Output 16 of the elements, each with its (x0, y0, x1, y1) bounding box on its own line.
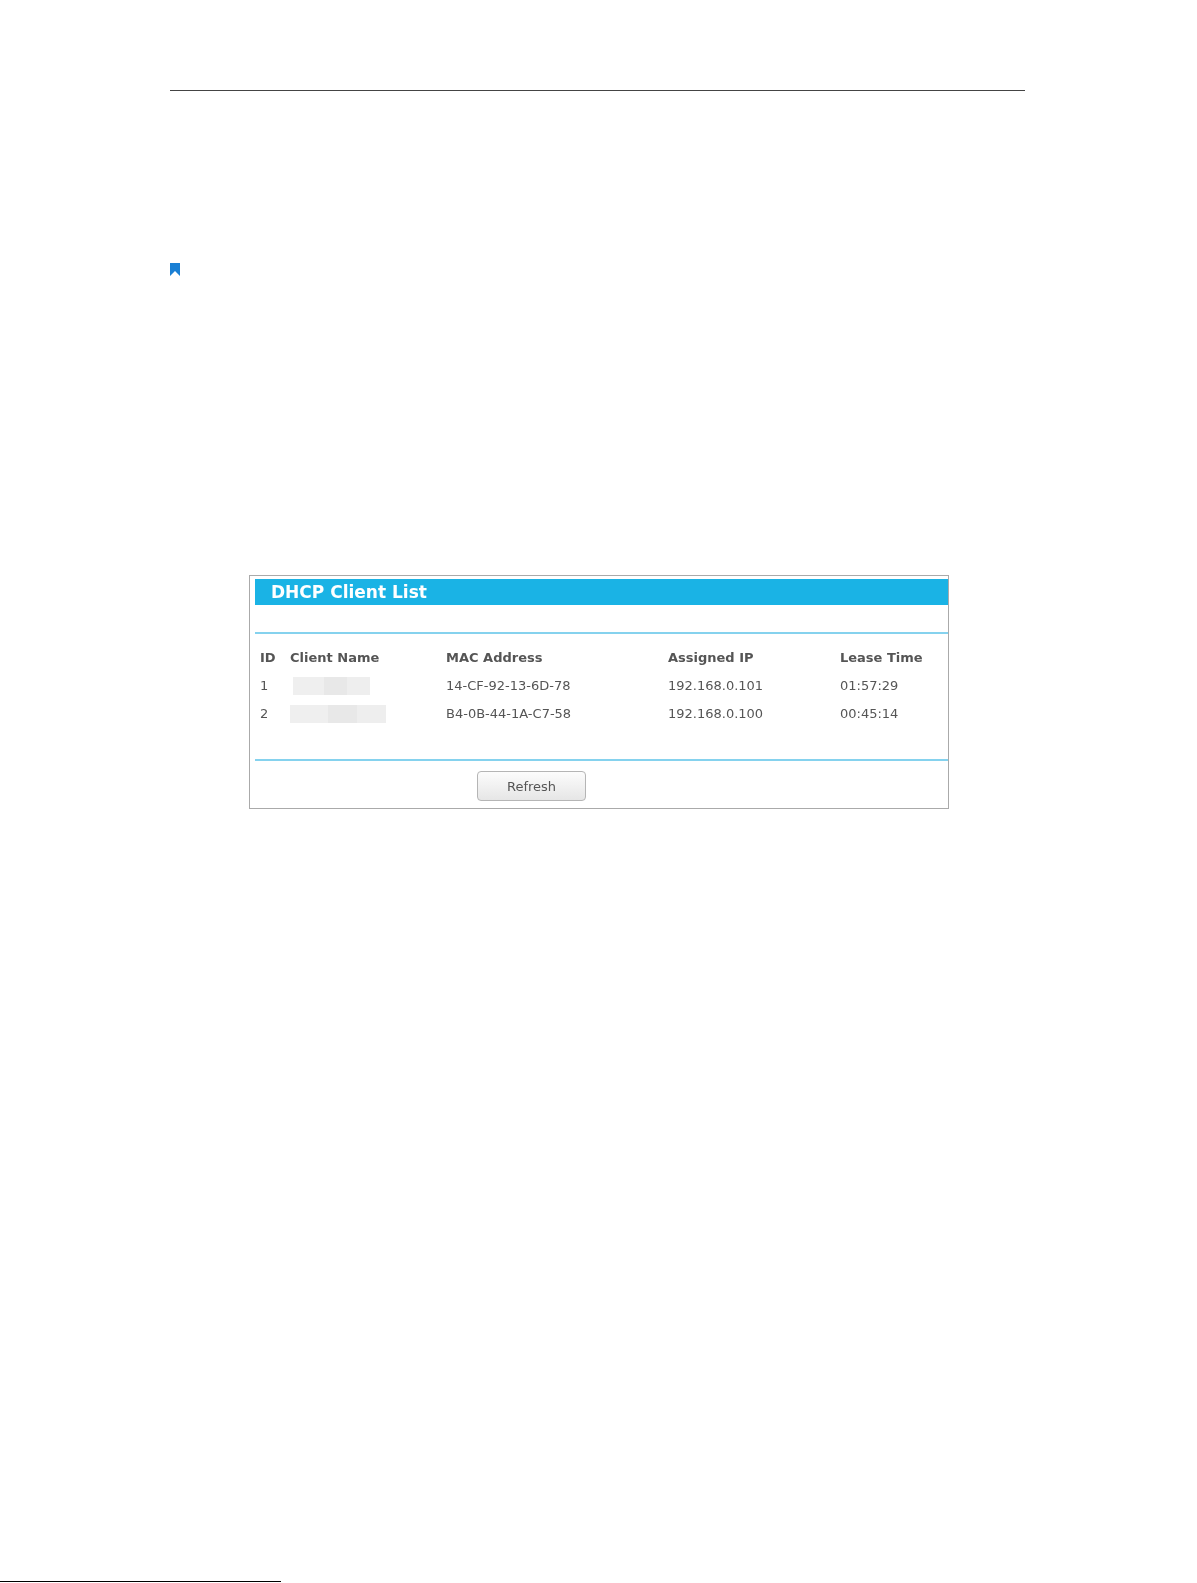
column-header: Lease Time (840, 649, 924, 667)
column-header: MAC Address (446, 649, 544, 667)
column-header: Client Name (290, 649, 381, 667)
table-cell-text: 192.168.0.101 (668, 677, 765, 695)
table-cell-text: 14-CF-92-13-6D-78 (446, 677, 572, 695)
refresh-button[interactable]: Refresh (477, 771, 586, 801)
table-cell-text: 1 (259, 677, 270, 695)
table-cell-text: 2 (259, 705, 270, 723)
column-header: ID (259, 649, 277, 667)
table-cell-text: 01:57:29 (840, 677, 900, 695)
bookmark-icon (170, 263, 180, 276)
table-cell-text: 00:45:14 (840, 705, 900, 723)
table-cell-text: B4-0B-44-1A-C7-58 (446, 705, 573, 723)
column-header: Assigned IP (668, 649, 755, 667)
table-cell-text: 192.168.0.100 (668, 705, 765, 723)
panel-title: DHCP Client List (255, 579, 948, 605)
